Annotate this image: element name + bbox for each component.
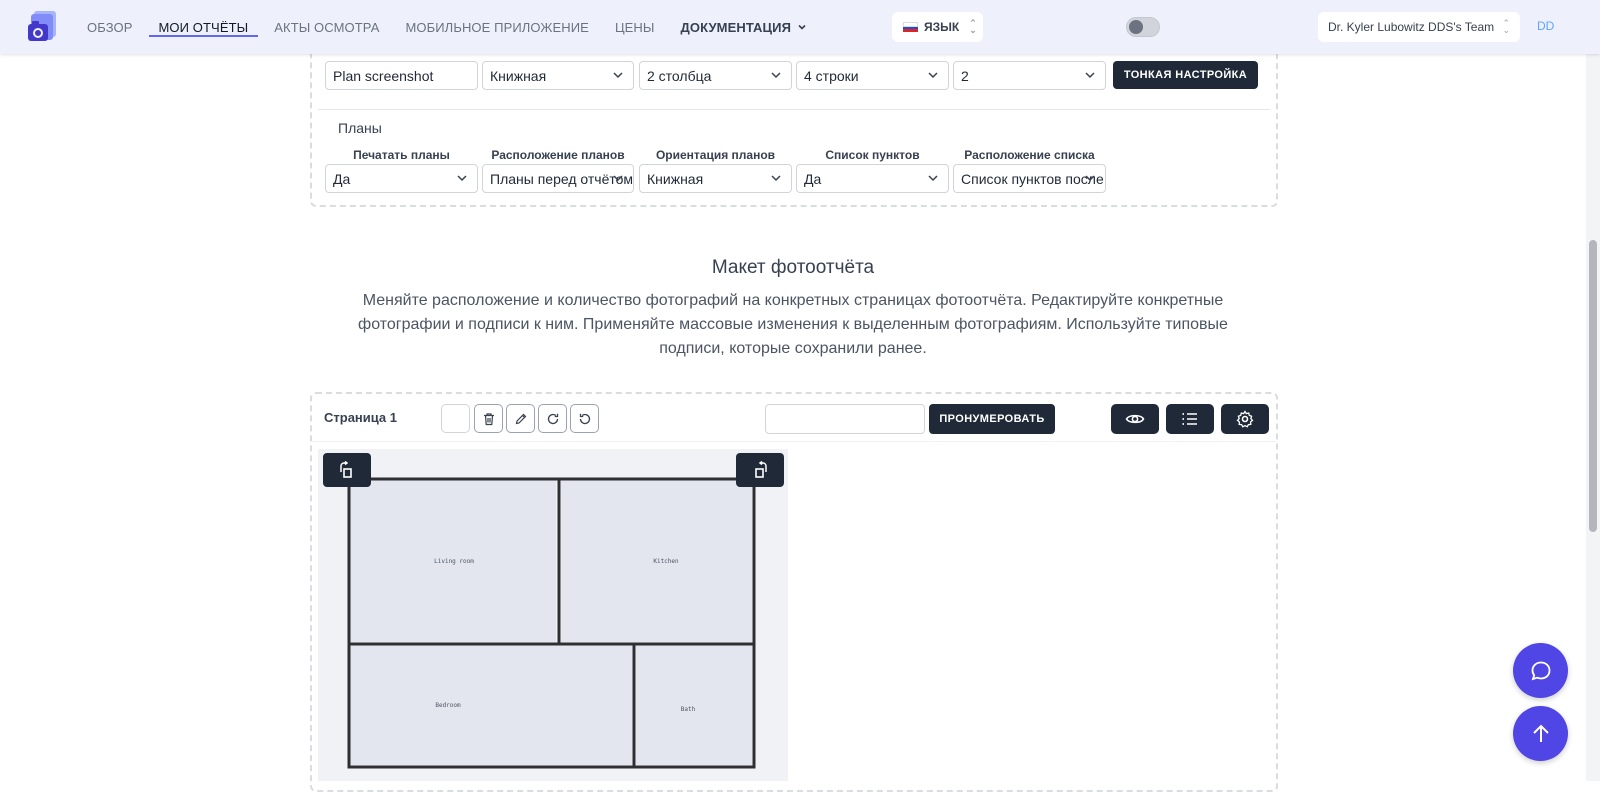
team-name: Dr. Kyler Lubowitz DDS's Team (1328, 20, 1495, 34)
room-label-bedroom: Bedroom (435, 702, 461, 709)
nav-link-my-reports[interactable]: МОИ ОТЧЁТЫ (148, 0, 258, 54)
list-position-select[interactable]: Список пунктов после (953, 164, 1106, 193)
chevron-down-icon (928, 72, 938, 79)
language-label: ЯЗЫК (924, 20, 960, 34)
orientation-select-value: Книжная (490, 67, 547, 84)
room-label-bath: Bath (681, 706, 696, 713)
chevron-down-icon (613, 175, 623, 182)
chevron-down-icon (771, 175, 781, 182)
nav-link-documentation-label: ДОКУМЕНТАЦИЯ (680, 19, 792, 35)
room-label-kitchen: Kitchen (653, 558, 679, 565)
rotate-ccw-button[interactable] (570, 404, 599, 433)
preview-button[interactable] (1111, 404, 1159, 434)
theme-toggle[interactable] (1126, 17, 1160, 37)
trash-icon (483, 412, 494, 425)
page-scrollbar[interactable] (1586, 0, 1600, 781)
nav-link-overview[interactable]: ОБЗОР (87, 0, 133, 54)
flag-ru-icon (903, 22, 918, 33)
orientation-select[interactable]: Книжная (482, 61, 634, 90)
chevron-down-icon (928, 175, 938, 182)
rotate-cw-button[interactable] (538, 404, 567, 433)
settings-divider (318, 109, 1270, 110)
title-input[interactable]: Plan screenshot (325, 61, 478, 90)
rotate-cw-icon (547, 413, 558, 424)
updown-icon: ⌃ ⌄ (969, 18, 977, 35)
page-settings-button[interactable] (1221, 404, 1269, 434)
floor-plan-card[interactable]: Living room Kitchen Bedroom Bath (318, 449, 788, 781)
numbering-input[interactable] (765, 404, 925, 434)
columns-select-value: 2 столбца (647, 67, 712, 84)
top-navbar: ОБЗОР МОИ ОТЧЁТЫ АКТЫ ОСМОТРА МОБИЛЬНОЕ … (0, 0, 1600, 54)
print-plans-label: Печатать планы (353, 148, 450, 162)
items-list-select[interactable]: Да (796, 164, 949, 193)
page-label: Страница 1 (324, 410, 397, 425)
arrow-up-icon (1532, 724, 1549, 742)
chevron-down-icon (1085, 72, 1095, 79)
toggle-knob (1129, 20, 1143, 34)
plans-position-label: Расположение планов (491, 148, 625, 162)
rotate-left-button[interactable] (323, 453, 371, 487)
plans-orientation-select[interactable]: Книжная (639, 164, 792, 193)
chevron-down-icon (457, 175, 467, 182)
page-select-checkbox[interactable] (441, 404, 470, 433)
caption-height-select-value: 2 (961, 67, 969, 84)
page-divider (312, 441, 1276, 442)
delete-page-button[interactable] (474, 404, 503, 433)
rotate-left-icon (340, 461, 352, 478)
chat-icon (1531, 661, 1550, 680)
scroll-top-button[interactable] (1513, 706, 1568, 761)
logo-camera-icon[interactable] (28, 10, 58, 43)
columns-select[interactable]: 2 столбца (639, 61, 792, 90)
nav-links: ОБЗОР МОИ ОТЧЁТЫ АКТЫ ОСМОТРА МОБИЛЬНОЕ … (87, 0, 833, 54)
fine-tune-button[interactable]: ТОНКАЯ НАСТРОЙКА (1113, 61, 1258, 89)
title-input-value: Plan screenshot (333, 67, 434, 84)
team-selector[interactable]: Dr. Kyler Lubowitz DDS's Team ⌃ ⌄ (1318, 12, 1520, 42)
plans-orientation-value: Книжная (647, 170, 704, 187)
print-plans-value: Да (333, 170, 351, 187)
items-list-label: Список пунктов (825, 148, 920, 162)
language-selector[interactable]: ЯЗЫК ⌃ ⌄ (892, 12, 983, 42)
layout-heading: Макет фотоотчёта (711, 257, 875, 278)
rotate-right-button[interactable] (736, 453, 784, 487)
list-view-button[interactable] (1166, 404, 1214, 434)
list-icon (1182, 413, 1197, 425)
number-button[interactable]: ПРОНУМЕРОВАТЬ (929, 404, 1055, 434)
print-plans-select[interactable]: Да (325, 164, 478, 193)
plans-section-title: Планы (338, 120, 382, 136)
list-position-label: Расположение списка (964, 148, 1095, 162)
nav-link-documentation[interactable]: ДОКУМЕНТАЦИЯ (681, 0, 808, 54)
floor-plan-drawing: Living room Kitchen Bedroom Bath (347, 477, 756, 769)
chevron-down-icon (798, 24, 806, 30)
caption-height-select[interactable]: 2 (953, 61, 1106, 90)
room-label-living: Living room (434, 558, 474, 565)
rotate-right-icon (755, 461, 767, 478)
updown-icon: ⌃ ⌄ (1502, 18, 1510, 35)
user-avatar[interactable]: DD (1537, 19, 1554, 33)
pencil-icon (515, 413, 526, 424)
nav-link-inspections[interactable]: АКТЫ ОСМОТРА (274, 0, 379, 54)
nav-link-mobile-app[interactable]: МОБИЛЬНОЕ ПРИЛОЖЕНИЕ (405, 0, 588, 54)
chat-button[interactable] (1513, 643, 1568, 698)
list-position-value: Список пунктов после (961, 170, 1104, 187)
rows-select[interactable]: 4 строки (796, 61, 949, 90)
chevron-down-icon (1085, 175, 1095, 182)
rows-select-value: 4 строки (804, 67, 859, 84)
nav-link-prices[interactable]: ЦЕНЫ (615, 0, 655, 54)
gear-icon (1236, 410, 1254, 428)
rotate-ccw-icon (579, 413, 590, 424)
plans-position-select[interactable]: Планы перед отчётом (482, 164, 634, 193)
layout-description: Меняйте расположение и количество фотогр… (358, 292, 1228, 357)
plans-orientation-label: Ориентация планов (655, 148, 776, 162)
edit-page-button[interactable] (506, 404, 535, 433)
scrollbar-thumb[interactable] (1589, 240, 1597, 532)
eye-icon (1125, 414, 1145, 424)
items-list-value: Да (804, 170, 822, 187)
chevron-down-icon (613, 72, 623, 79)
chevron-down-icon (771, 72, 781, 79)
